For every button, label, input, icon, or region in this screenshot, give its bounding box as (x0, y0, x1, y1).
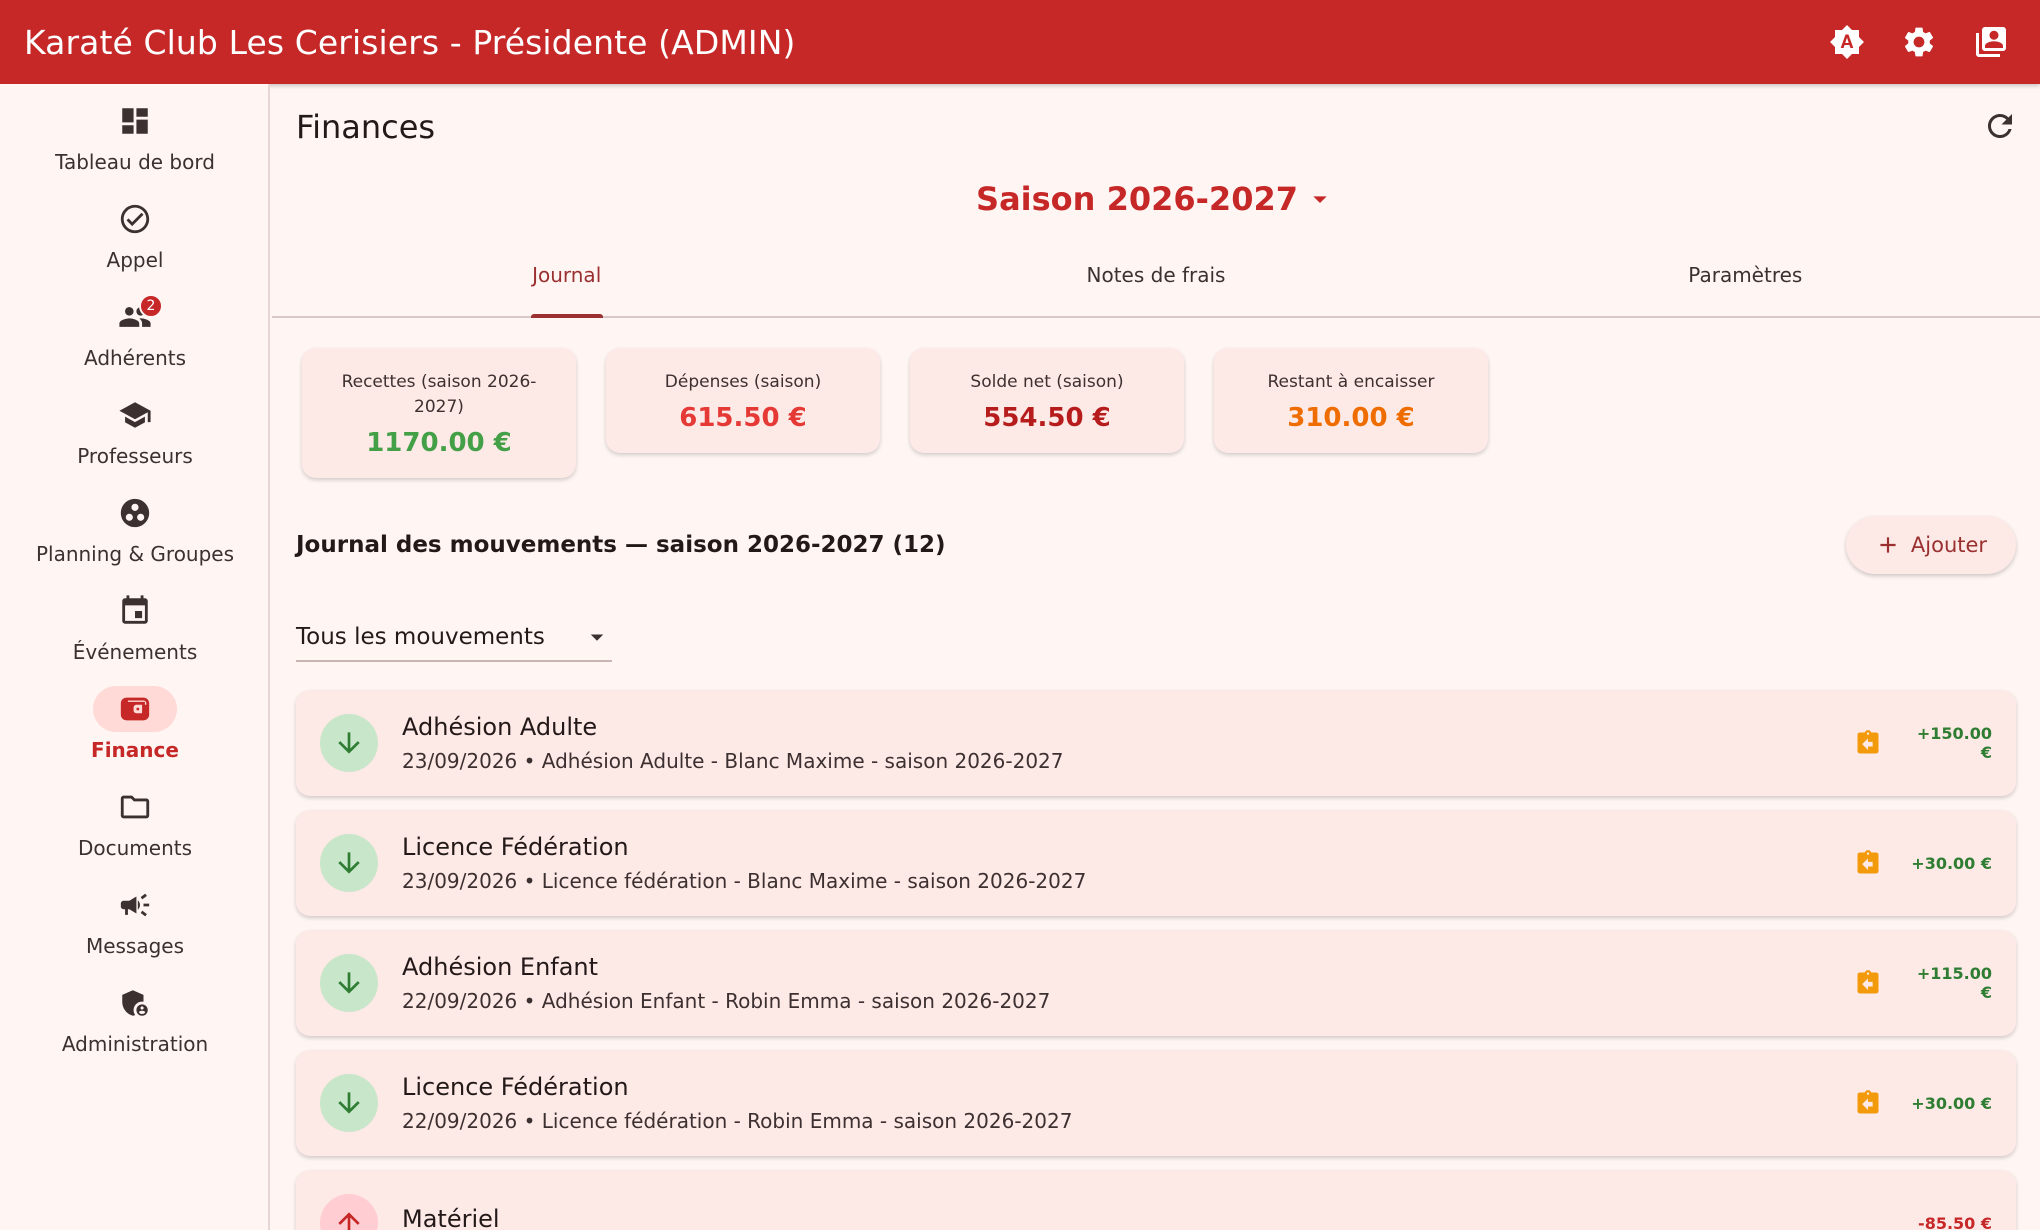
nav-item-finance[interactable]: Finance (0, 686, 270, 776)
nav-item-dashboard[interactable]: Tableau de bord (0, 98, 270, 188)
nav-item-documents[interactable]: Documents (0, 784, 270, 874)
nav-label: Messages (85, 934, 185, 958)
tab-notes-de-frais[interactable]: Notes de frais (861, 234, 1450, 316)
nav-label: Adhérents (83, 346, 187, 370)
card-label: Dépenses (saison) (664, 372, 822, 392)
nav-item-adherents[interactable]: 2 Adhérents (0, 294, 270, 384)
nav-item-administration[interactable]: Administration (0, 980, 270, 1070)
arrow-up-icon (320, 1194, 378, 1230)
navigation-rail: Tableau de bord Appel 2 Adhérents Profes… (0, 84, 270, 1230)
nav-label: Administration (61, 1032, 209, 1056)
nav-label: Tableau de bord (55, 150, 215, 174)
item-amount: +115.00 € (1916, 964, 1992, 1002)
wallet-icon (93, 686, 177, 732)
card-value: 1170.00 € (366, 428, 512, 458)
event-icon (93, 588, 177, 634)
card-recettes: Recettes (saison 2026-2027) 1170.00 € (302, 348, 576, 478)
season-selector[interactable]: Saison 2026-2027 (272, 180, 2040, 218)
item-subtitle: 22/09/2026 • Licence fédération - Robin … (402, 1109, 1073, 1133)
workspaces-icon (93, 490, 177, 536)
summary-cards: Recettes (saison 2026-2027) 1170.00 € Dé… (302, 348, 1488, 478)
card-value: 615.50 € (679, 403, 807, 433)
nav-item-planning[interactable]: Planning & Groupes (0, 490, 270, 580)
arrow-drop-down-icon (590, 634, 604, 641)
pending-payment-icon (1854, 1089, 1882, 1117)
add-button[interactable]: Ajouter (1846, 516, 2016, 574)
check-circle-icon (93, 196, 177, 242)
refresh-icon[interactable] (1982, 108, 2018, 144)
item-subtitle: 22/09/2026 • Adhésion Enfant - Robin Emm… (402, 989, 1051, 1013)
main-content: Finances Saison 2026-2027 Journal Notes … (272, 84, 2040, 1230)
nav-label: Finance (91, 738, 179, 762)
add-button-label: Ajouter (1910, 533, 1988, 557)
list-item[interactable]: Adhésion Adulte 23/09/2026 • Adhésion Ad… (296, 690, 2016, 796)
card-solde: Solde net (saison) 554.50 € (910, 348, 1184, 453)
contacts-icon[interactable] (1970, 21, 2012, 63)
item-amount: +150.00 € (1916, 724, 1992, 762)
list-item[interactable]: Adhésion Enfant 22/09/2026 • Adhésion En… (296, 930, 2016, 1036)
brightness-auto-icon[interactable] (1826, 21, 1868, 63)
pending-payment-icon (1854, 849, 1882, 877)
pending-payment-icon (1854, 969, 1882, 997)
app-bar: Karaté Club Les Cerisiers - Présidente (… (0, 0, 2040, 84)
card-depenses: Dépenses (saison) 615.50 € (606, 348, 880, 453)
movement-list: Adhésion Adulte 23/09/2026 • Adhésion Ad… (296, 690, 2016, 1230)
list-item[interactable]: Licence Fédération 23/09/2026 • Licence … (296, 810, 2016, 916)
item-amount: -85.50 € (1918, 1213, 1992, 1230)
list-item[interactable]: Matériel -85.50 € (296, 1170, 2016, 1230)
dashboard-icon (93, 98, 177, 144)
folder-icon (93, 784, 177, 830)
season-label: Saison 2026-2027 (976, 180, 1298, 218)
nav-item-messages[interactable]: Messages (0, 882, 270, 972)
item-title: Adhésion Enfant (402, 953, 599, 981)
arrow-drop-down-icon (1313, 196, 1327, 203)
movement-filter-select[interactable]: Tous les mouvements (296, 614, 612, 662)
plus-icon (1880, 537, 1896, 553)
admin-shield-icon (93, 980, 177, 1026)
arrow-down-icon (320, 714, 378, 772)
item-title: Licence Fédération (402, 1073, 629, 1101)
arrow-down-icon (320, 1074, 378, 1132)
school-icon (93, 392, 177, 438)
tab-journal[interactable]: Journal (272, 234, 861, 318)
card-label: Solde net (saison) (970, 372, 1124, 392)
nav-item-professeurs[interactable]: Professeurs (0, 392, 270, 482)
pending-payment-icon (1854, 729, 1882, 757)
nav-label: Appel (106, 248, 164, 272)
filter-value: Tous les mouvements (296, 624, 545, 650)
nav-label: Professeurs (77, 444, 193, 468)
item-title: Matériel (402, 1205, 500, 1230)
card-label: Recettes (saison 2026-2027) (341, 372, 537, 417)
nav-label: Planning & Groupes (35, 542, 235, 566)
nav-item-evenements[interactable]: Événements (0, 588, 270, 678)
card-label: Restant à encaisser (1267, 372, 1435, 392)
nav-label: Événements (72, 640, 198, 664)
page-title: Finances (296, 108, 436, 146)
list-item[interactable]: Licence Fédération 22/09/2026 • Licence … (296, 1050, 2016, 1156)
arrow-down-icon (320, 834, 378, 892)
item-subtitle: 23/09/2026 • Adhésion Adulte - Blanc Max… (402, 749, 1064, 773)
people-icon: 2 (93, 294, 177, 340)
card-value: 310.00 € (1287, 403, 1415, 433)
nav-label: Documents (77, 836, 193, 860)
item-amount: +30.00 € (1911, 853, 1992, 873)
campaign-icon (93, 882, 177, 928)
tab-bar: Journal Notes de frais Paramètres (272, 234, 2040, 318)
tab-parametres[interactable]: Paramètres (1451, 234, 2040, 316)
settings-icon[interactable] (1898, 21, 1940, 63)
journal-title: Journal des mouvements — saison 2026-202… (296, 532, 946, 558)
item-title: Licence Fédération (402, 833, 629, 861)
item-subtitle: 23/09/2026 • Licence fédération - Blanc … (402, 869, 1087, 893)
nav-item-appel[interactable]: Appel (0, 196, 270, 286)
arrow-down-icon (320, 954, 378, 1012)
card-restant: Restant à encaisser 310.00 € (1214, 348, 1488, 453)
app-title: Karaté Club Les Cerisiers - Présidente (… (24, 22, 796, 62)
item-amount: +30.00 € (1911, 1093, 1992, 1113)
card-value: 554.50 € (983, 403, 1111, 433)
notification-badge: 2 (139, 294, 163, 318)
item-title: Adhésion Adulte (402, 713, 598, 741)
